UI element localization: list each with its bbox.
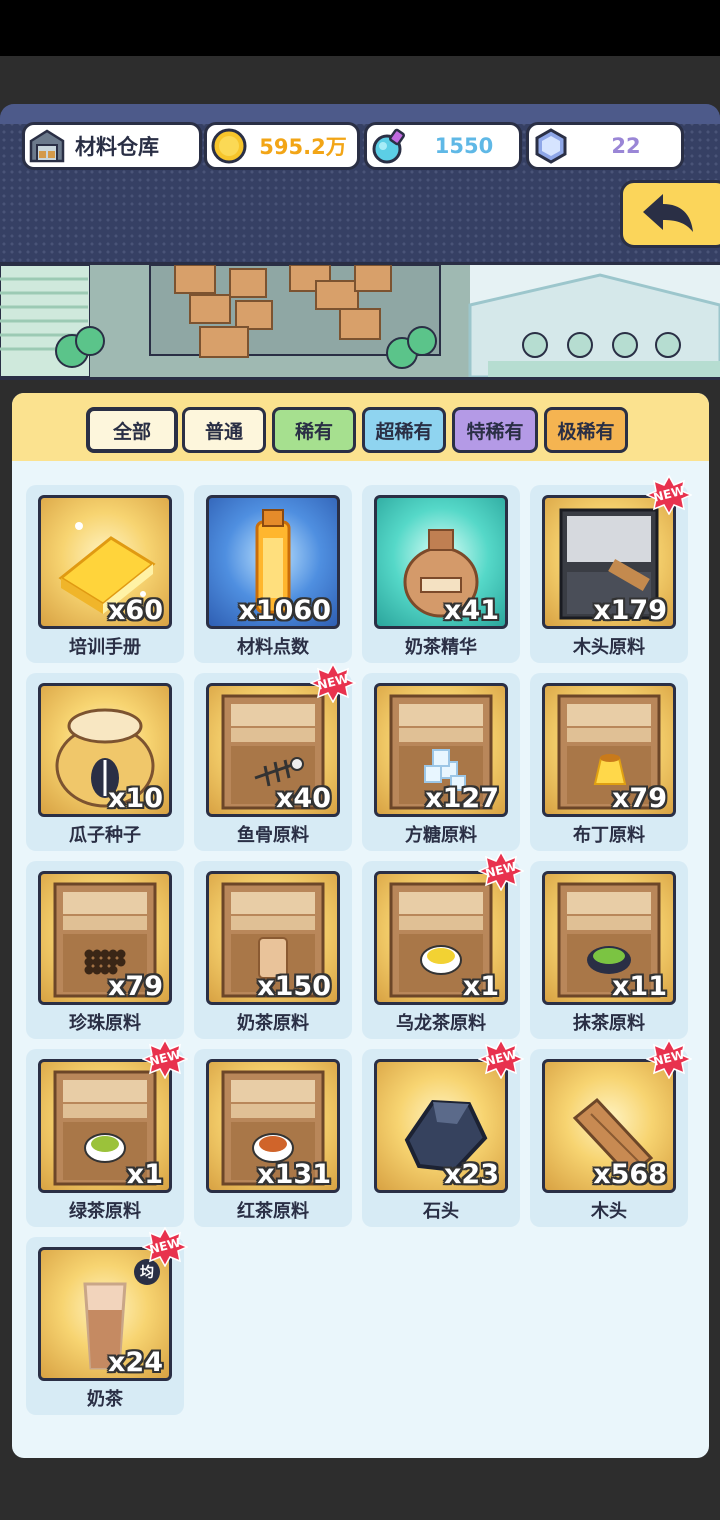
item-name: 红茶原料 bbox=[237, 1201, 309, 1222]
item-name: 木头 bbox=[591, 1201, 627, 1222]
item-icon-frame: x11 bbox=[542, 871, 676, 1005]
item-count: x1 bbox=[126, 1159, 163, 1190]
item-cell[interactable]: x79 布丁原料 bbox=[530, 673, 688, 851]
item-icon-frame: x1 bbox=[38, 1059, 172, 1193]
item-cell[interactable]: x131 红茶原料 bbox=[194, 1049, 352, 1227]
item-name: 鱼骨原料 bbox=[237, 825, 309, 846]
back-arrow-icon bbox=[639, 190, 697, 238]
item-cell[interactable]: x40 NEW 鱼骨原料 bbox=[194, 662, 357, 851]
item-count: x11 bbox=[612, 971, 667, 1002]
gold-currency: 595.2万 bbox=[204, 122, 360, 170]
item-name: 培训手册 bbox=[69, 637, 141, 658]
item-icon-frame: x127 bbox=[374, 683, 508, 817]
status-bar bbox=[0, 0, 720, 56]
warehouse-scene bbox=[0, 262, 720, 380]
item-icon-frame: x41 bbox=[374, 495, 508, 629]
gem-currency: 22 bbox=[526, 122, 684, 170]
item-cell[interactable]: x1 NEW 乌龙茶原料 bbox=[362, 850, 525, 1039]
item-count: x40 bbox=[276, 783, 331, 814]
item-cell[interactable]: x11 抹茶原料 bbox=[530, 861, 688, 1039]
item-name: 瓜子种子 bbox=[69, 825, 141, 846]
item-icon-frame: x179 bbox=[542, 495, 676, 629]
tab-all[interactable]: 全部 bbox=[86, 407, 178, 453]
gold-coin-icon bbox=[209, 126, 249, 166]
item-count: x1060 bbox=[238, 595, 331, 626]
potion-amount: 1550 bbox=[434, 134, 494, 158]
item-name: 材料点数 bbox=[237, 637, 309, 658]
item-cell[interactable]: x1 NEW 绿茶原料 bbox=[26, 1038, 189, 1227]
item-count: x10 bbox=[108, 783, 163, 814]
item-cell[interactable]: x179 NEW 木头原料 bbox=[530, 474, 693, 663]
item-cell[interactable]: x79 珍珠原料 bbox=[26, 861, 184, 1039]
new-badge: NEW bbox=[141, 1226, 189, 1268]
item-icon-frame: x150 bbox=[206, 871, 340, 1005]
item-icon-frame: x23 bbox=[374, 1059, 508, 1193]
warehouse-title-pill: 材料仓库 bbox=[22, 122, 202, 170]
item-icon-frame: x79 bbox=[542, 683, 676, 817]
item-count: x179 bbox=[593, 595, 667, 626]
tab-rare[interactable]: 稀有 bbox=[272, 407, 356, 453]
item-name: 珍珠原料 bbox=[69, 1013, 141, 1034]
item-count: x150 bbox=[257, 971, 331, 1002]
item-name: 方糖原料 bbox=[405, 825, 477, 846]
gem-amount: 22 bbox=[611, 134, 641, 158]
item-cell[interactable]: x150 奶茶原料 bbox=[194, 861, 352, 1039]
item-name: 石头 bbox=[423, 1201, 459, 1222]
item-icon-frame: x568 bbox=[542, 1059, 676, 1193]
new-badge: NEW bbox=[141, 1038, 189, 1080]
back-button[interactable] bbox=[620, 180, 720, 248]
item-cell[interactable]: x127 方糖原料 bbox=[362, 673, 520, 851]
item-count: x131 bbox=[257, 1159, 331, 1190]
item-count: x568 bbox=[593, 1159, 667, 1190]
item-cell[interactable]: x568 NEW 木头 bbox=[530, 1038, 693, 1227]
item-name: 奶茶 bbox=[87, 1389, 123, 1410]
item-name: 奶茶精华 bbox=[405, 637, 477, 658]
potion-currency: 1550 bbox=[364, 122, 522, 170]
item-cell[interactable]: x10 瓜子种子 bbox=[26, 673, 184, 851]
item-name: 奶茶原料 bbox=[237, 1013, 309, 1034]
item-cell[interactable]: x24 均 NEW 奶茶 bbox=[26, 1226, 189, 1415]
tab-common[interactable]: 普通 bbox=[182, 407, 266, 453]
item-icon-frame: x1 bbox=[374, 871, 508, 1005]
item-cell[interactable]: x41 奶茶精华 bbox=[362, 485, 520, 663]
new-badge: NEW bbox=[645, 474, 693, 516]
new-badge: NEW bbox=[477, 850, 525, 892]
item-icon-frame: x10 bbox=[38, 683, 172, 817]
new-badge: NEW bbox=[477, 1038, 525, 1080]
new-badge: NEW bbox=[645, 1038, 693, 1080]
tab-ultra-rare[interactable]: 极稀有 bbox=[544, 407, 628, 453]
item-count: x1 bbox=[462, 971, 499, 1002]
potion-flask-icon bbox=[369, 126, 409, 166]
inventory-panel: 全部 普通 稀有 超稀有 特稀有 极稀有 x60 培训手册 x1060 材料点数 x41… bbox=[12, 393, 709, 1458]
page-title: 材料仓库 bbox=[75, 135, 159, 159]
gold-amount: 595.2万 bbox=[259, 135, 347, 159]
item-name: 布丁原料 bbox=[573, 825, 645, 846]
navigation-bar bbox=[0, 1472, 720, 1520]
item-name: 抹茶原料 bbox=[573, 1013, 645, 1034]
item-icon-frame: x40 bbox=[206, 683, 340, 817]
item-name: 绿茶原料 bbox=[69, 1201, 141, 1222]
item-count: x23 bbox=[444, 1159, 499, 1190]
item-cell[interactable]: x60 培训手册 bbox=[26, 485, 184, 663]
tab-special-rare[interactable]: 特稀有 bbox=[452, 407, 538, 453]
item-icon-frame: x131 bbox=[206, 1059, 340, 1193]
item-count: x79 bbox=[108, 971, 163, 1002]
item-cell[interactable]: x23 NEW 石头 bbox=[362, 1038, 525, 1227]
item-name: 木头原料 bbox=[573, 637, 645, 658]
item-icon-frame: x79 bbox=[38, 871, 172, 1005]
hexagon-gem-icon bbox=[531, 126, 571, 166]
item-icon-frame: x60 bbox=[38, 495, 172, 629]
warehouse-icon bbox=[27, 126, 67, 166]
item-count: x60 bbox=[108, 595, 163, 626]
item-count: x24 bbox=[108, 1347, 163, 1378]
item-count: x41 bbox=[444, 595, 499, 626]
item-cell[interactable]: x1060 材料点数 bbox=[194, 485, 352, 663]
item-name: 乌龙茶原料 bbox=[396, 1013, 486, 1034]
item-count: x127 bbox=[425, 783, 499, 814]
item-icon-frame: x1060 bbox=[206, 495, 340, 629]
item-count: x79 bbox=[612, 783, 667, 814]
new-badge: NEW bbox=[309, 662, 357, 704]
tab-super-rare[interactable]: 超稀有 bbox=[362, 407, 446, 453]
